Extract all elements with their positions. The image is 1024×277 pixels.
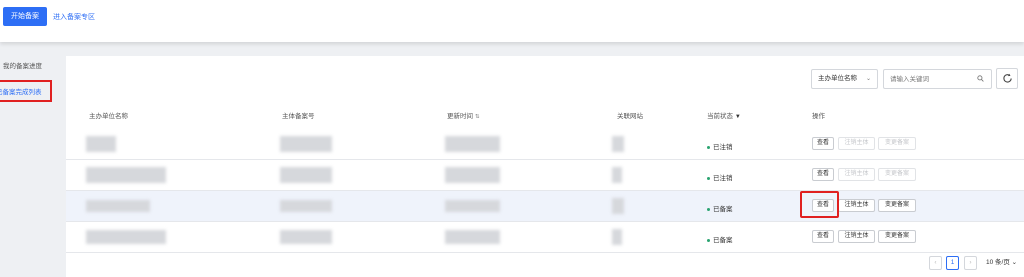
status-text: 已注销 — [713, 144, 733, 151]
chevron-down-icon: ⌄ — [865, 76, 871, 82]
start-filing-button[interactable]: 开始备案 — [3, 7, 47, 26]
blurred-org-name — [86, 230, 166, 244]
field-select[interactable]: 主办单位名称 ⌄ — [811, 69, 878, 89]
table-row: 已注销 查看 注销主体 变更备案 — [66, 129, 1024, 160]
blurred-filing-number — [280, 200, 332, 212]
change-filing-button[interactable]: 变更备案 — [878, 230, 916, 243]
blurred-updated-time — [445, 167, 500, 183]
change-filing-button[interactable]: 变更备案 — [878, 199, 916, 212]
column-header-status-label: 当前状态 — [707, 113, 733, 120]
search-icon[interactable] — [977, 75, 984, 82]
view-button[interactable]: 查看 — [812, 137, 834, 150]
blurred-org-name — [86, 167, 166, 183]
column-header-status[interactable]: 当前状态 ▼ — [707, 110, 741, 120]
blurred-linked-site — [612, 198, 624, 214]
page-size-value: 10 条/页 — [986, 259, 1010, 266]
annotation-highlight-box — [800, 191, 839, 218]
blurred-updated-time — [445, 230, 500, 244]
status-badge: 已备案 — [707, 234, 733, 244]
field-select-value: 主办单位名称 — [818, 75, 857, 82]
top-bar: 开始备案 进入备案专区 — [0, 0, 1024, 42]
sidebar: 我的备案进度 已备案完成列表 — [0, 52, 58, 277]
blurred-filing-number — [280, 230, 332, 244]
refresh-button[interactable] — [996, 68, 1018, 89]
blurred-filing-number — [280, 167, 332, 183]
blurred-org-name — [86, 136, 116, 152]
status-dot-icon — [707, 207, 710, 211]
blurred-filing-number — [280, 136, 332, 152]
table-row: 已备案 查看 注销主体 变更备案 — [66, 222, 1024, 253]
cancel-entity-button[interactable]: 注销主体 — [838, 230, 875, 243]
table-header: 主办单位名称 主体备案号 更新时间 ⇅ 关联网站 当前状态 ▼ 操作 — [66, 98, 1024, 130]
column-header-updated-time-label: 更新时间 — [447, 113, 473, 120]
status-text: 已注销 — [713, 175, 733, 182]
status-badge: 已注销 — [707, 172, 733, 182]
page-number-button[interactable]: 1 — [946, 256, 959, 270]
status-dot-icon — [707, 145, 710, 149]
refresh-icon — [1003, 73, 1012, 83]
filing-zone-link[interactable]: 进入备案专区 — [53, 12, 95, 22]
filter-icon[interactable]: ▼ — [735, 114, 741, 120]
column-header-linked-site: 关联网站 — [617, 113, 643, 120]
chevron-down-icon: ⌄ — [1011, 259, 1018, 266]
change-filing-button: 变更备案 — [878, 168, 916, 181]
cancel-entity-button[interactable]: 注销主体 — [838, 199, 875, 212]
table-row: 已备案 查看 注销主体 变更备案 — [66, 191, 1024, 222]
change-filing-button: 变更备案 — [878, 137, 916, 150]
column-header-actions: 操作 — [812, 113, 825, 120]
table-row: 已注销 查看 注销主体 变更备案 — [66, 160, 1024, 191]
blurred-linked-site — [612, 167, 622, 183]
view-button[interactable]: 查看 — [812, 230, 834, 243]
search-input[interactable] — [883, 69, 992, 89]
page-size-select[interactable]: 10 条/页 ⌄ — [981, 256, 1019, 270]
column-header-org-name: 主办单位名称 — [89, 113, 128, 120]
status-dot-icon — [707, 238, 710, 242]
view-button[interactable]: 查看 — [812, 168, 834, 181]
status-text: 已备案 — [713, 206, 733, 213]
blurred-org-name — [86, 200, 150, 212]
sidebar-item-completed-list[interactable]: 已备案完成列表 — [0, 80, 52, 102]
blurred-updated-time — [445, 200, 500, 212]
sort-icon[interactable]: ⇅ — [475, 114, 480, 120]
sidebar-item-progress[interactable]: 我的备案进度 — [0, 57, 58, 77]
main-panel: 主办单位名称 ⌄ 主办单位名称 主体备案号 更新时间 ⇅ 关联网站 当前状态 ▼… — [66, 56, 1024, 277]
next-page-button[interactable]: › — [964, 256, 977, 270]
column-header-updated-time[interactable]: 更新时间 ⇅ — [447, 110, 479, 120]
status-badge: 已备案 — [707, 203, 733, 213]
cancel-entity-button: 注销主体 — [838, 168, 875, 181]
blurred-linked-site — [612, 229, 622, 245]
status-text: 已备案 — [713, 237, 733, 244]
prev-page-button[interactable]: ‹ — [929, 256, 942, 270]
status-badge: 已注销 — [707, 141, 733, 151]
status-dot-icon — [707, 176, 710, 180]
cancel-entity-button: 注销主体 — [838, 137, 875, 150]
blurred-updated-time — [445, 136, 500, 152]
column-header-filing-number: 主体备案号 — [282, 113, 315, 120]
blurred-linked-site — [612, 136, 624, 152]
